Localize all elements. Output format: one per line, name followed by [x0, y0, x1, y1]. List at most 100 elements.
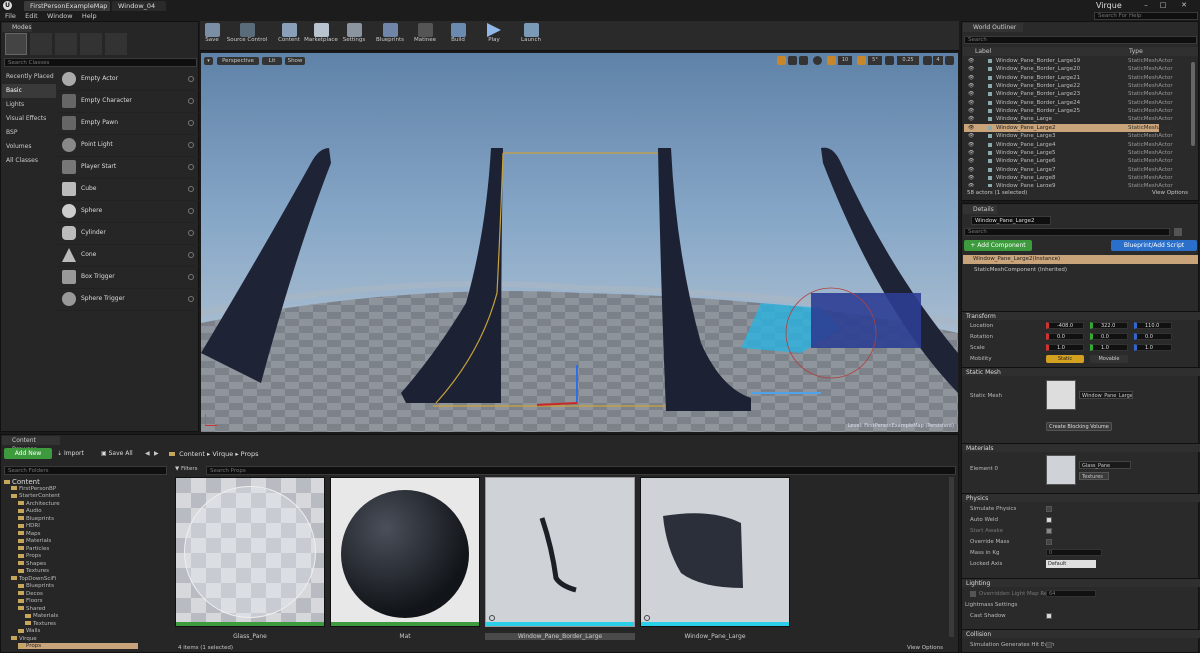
visibility-eye-icon[interactable]: 👁 [968, 107, 974, 115]
asset-tile-window-pane-border-large[interactable] [485, 477, 635, 627]
table-row[interactable]: 👁 Window_Pane_Border_Large23 StaticMeshAct… [964, 90, 1173, 98]
outliner-search-input[interactable] [964, 36, 1197, 44]
lighting-section[interactable]: Lighting [962, 578, 1200, 587]
static-mesh-dropdown[interactable]: Window_Pane_Large [1079, 391, 1133, 399]
lit-button[interactable]: Lit [262, 57, 282, 65]
visibility-eye-icon[interactable]: 👁 [968, 99, 974, 107]
folder-tree-item[interactable]: FirstPersonBP [11, 486, 56, 492]
perspective-button[interactable]: Perspective [217, 57, 259, 65]
transform-section[interactable]: Transform [962, 311, 1200, 320]
folder-tree-item[interactable]: Materials [18, 538, 51, 544]
location-z[interactable]: 110.0 [1134, 322, 1172, 329]
camera-speed-value[interactable]: 4 [933, 56, 943, 65]
start-awake-checkbox[interactable] [1046, 528, 1052, 534]
help-icon[interactable] [188, 186, 194, 192]
place-cube[interactable]: Cube [57, 179, 199, 201]
place-sphere[interactable]: Sphere [57, 201, 199, 223]
folder-tree-item[interactable]: Shared [18, 606, 45, 612]
table-row[interactable]: 👁 Window_Pane_Border_Large19 StaticMeshAct… [964, 57, 1173, 65]
table-row[interactable]: 👁 Window_Pane_Large4 StaticMeshActor [964, 141, 1173, 149]
sim-hit-events-checkbox[interactable] [1046, 642, 1052, 648]
location-y[interactable]: 322.0 [1090, 322, 1128, 329]
table-row[interactable]: 👁 Window_Pane_Border_Large20 StaticMeshAct… [964, 65, 1173, 73]
search-folders-input[interactable] [4, 466, 167, 475]
rotation-x[interactable]: 0.0 [1046, 333, 1084, 340]
help-icon[interactable] [188, 230, 194, 236]
search-props-input[interactable] [206, 466, 956, 475]
table-row[interactable]: 👁 Window_Pane_Large StaticMeshActor [964, 115, 1173, 123]
mass-kg-value[interactable]: 0 [1046, 549, 1102, 556]
folder-tree-item[interactable]: Blueprints [18, 583, 54, 589]
folder-tree-item[interactable]: Materials [25, 613, 58, 619]
search-help-input[interactable] [1094, 12, 1198, 20]
visibility-eye-icon[interactable]: 👁 [968, 141, 974, 149]
save-button[interactable]: Save [203, 23, 221, 49]
table-row[interactable]: 👁 Window_Pane_Large9 StaticMeshActor [964, 182, 1173, 187]
filters-button[interactable]: ▼ Filters [175, 466, 197, 472]
menu-file[interactable]: File [5, 11, 16, 21]
instance-row[interactable]: Window_Pane_Large2(Instance) [963, 255, 1198, 264]
place-box-trigger[interactable]: Box Trigger [57, 267, 199, 289]
scale-snap-value[interactable]: 0.25 [897, 56, 919, 65]
asset-tile-window-pane-large[interactable] [640, 477, 790, 627]
actor-name-input[interactable] [971, 216, 1051, 225]
category-volumes[interactable]: Volumes [2, 140, 56, 154]
create-blocking-volume-button[interactable]: Create Blocking Volume [1046, 422, 1112, 431]
place-point-light[interactable]: Point Light [57, 135, 199, 157]
menu-edit[interactable]: Edit [25, 11, 38, 21]
content-scrollbar[interactable] [949, 477, 954, 637]
scale-icon[interactable] [799, 56, 808, 65]
folder-tree-item[interactable]: Decos [18, 591, 43, 597]
asset-settings-icon[interactable] [489, 615, 495, 621]
visibility-eye-icon[interactable]: 👁 [968, 149, 974, 157]
material-thumbnail[interactable] [1046, 455, 1076, 485]
category-visual-effects[interactable]: Visual Effects [2, 112, 56, 126]
place-empty-character[interactable]: Empty Character [57, 91, 199, 113]
folder-tree-item[interactable]: Textures [18, 568, 49, 574]
visibility-eye-icon[interactable]: 👁 [968, 124, 974, 132]
content-button[interactable]: Content [277, 23, 301, 49]
table-row[interactable]: 👁 Window_Pane_Large5 StaticMeshActor [964, 149, 1173, 157]
help-icon[interactable] [188, 164, 194, 170]
table-row[interactable]: 👁 Window_Pane_Large3 StaticMeshActor [964, 132, 1173, 140]
angle-snap-icon[interactable] [857, 56, 866, 65]
rotate-icon[interactable] [788, 56, 797, 65]
visibility-eye-icon[interactable]: 👁 [968, 90, 974, 98]
help-icon[interactable] [188, 98, 194, 104]
import-button[interactable]: ⇣ Import [57, 450, 84, 457]
menu-help[interactable]: Help [82, 11, 97, 21]
folder-tree-item[interactable]: Audio [18, 508, 42, 514]
play-button[interactable]: Play [484, 23, 504, 49]
cast-shadow-checkbox[interactable] [1046, 613, 1052, 619]
blueprints-button[interactable]: Blueprints [375, 23, 405, 49]
folder-tree-item[interactable]: Maps [18, 531, 40, 537]
location-x[interactable]: -408.0 [1046, 322, 1084, 329]
show-button[interactable]: Show [285, 57, 305, 65]
category-recently-placed[interactable]: Recently Placed [2, 70, 56, 84]
help-icon[interactable] [188, 76, 194, 82]
materials-section[interactable]: Materials [962, 443, 1200, 452]
visibility-eye-icon[interactable]: 👁 [968, 74, 974, 82]
place-empty-pawn[interactable]: Empty Pawn [57, 113, 199, 135]
breadcrumb-props[interactable]: Props [241, 450, 259, 458]
visibility-eye-icon[interactable]: 👁 [968, 57, 974, 65]
world-outliner-tab[interactable]: World Outliner [963, 23, 1023, 32]
folder-tree-item[interactable]: Architecture [18, 501, 60, 507]
help-icon[interactable] [188, 120, 194, 126]
folder-tree-item[interactable]: StarterContent [11, 493, 60, 499]
scale-z[interactable]: 1.0 [1134, 344, 1172, 351]
rotation-y[interactable]: 0.0 [1090, 333, 1128, 340]
lightmass-settings-label[interactable]: Lightmass Settings [965, 602, 1018, 608]
search-classes-input[interactable] [4, 58, 197, 67]
help-icon[interactable] [188, 252, 194, 258]
visibility-eye-icon[interactable]: 👁 [968, 115, 974, 123]
folder-tree-item[interactable]: TopDownSciFi [11, 576, 56, 582]
table-row[interactable]: 👁 Window_Pane_Large2 StaticMeshActor [964, 123, 1173, 132]
maximize-viewport-icon[interactable] [945, 56, 954, 65]
override-mass-checkbox[interactable] [1046, 539, 1052, 545]
category-lights[interactable]: Lights [2, 98, 56, 112]
component-row[interactable]: StaticMeshComponent (Inherited) [974, 267, 1067, 273]
content-view-options[interactable]: View Options [907, 645, 943, 651]
folder-tree-item[interactable]: Virque [11, 636, 37, 642]
material-dropdown[interactable]: Glass_Pane [1079, 461, 1131, 469]
